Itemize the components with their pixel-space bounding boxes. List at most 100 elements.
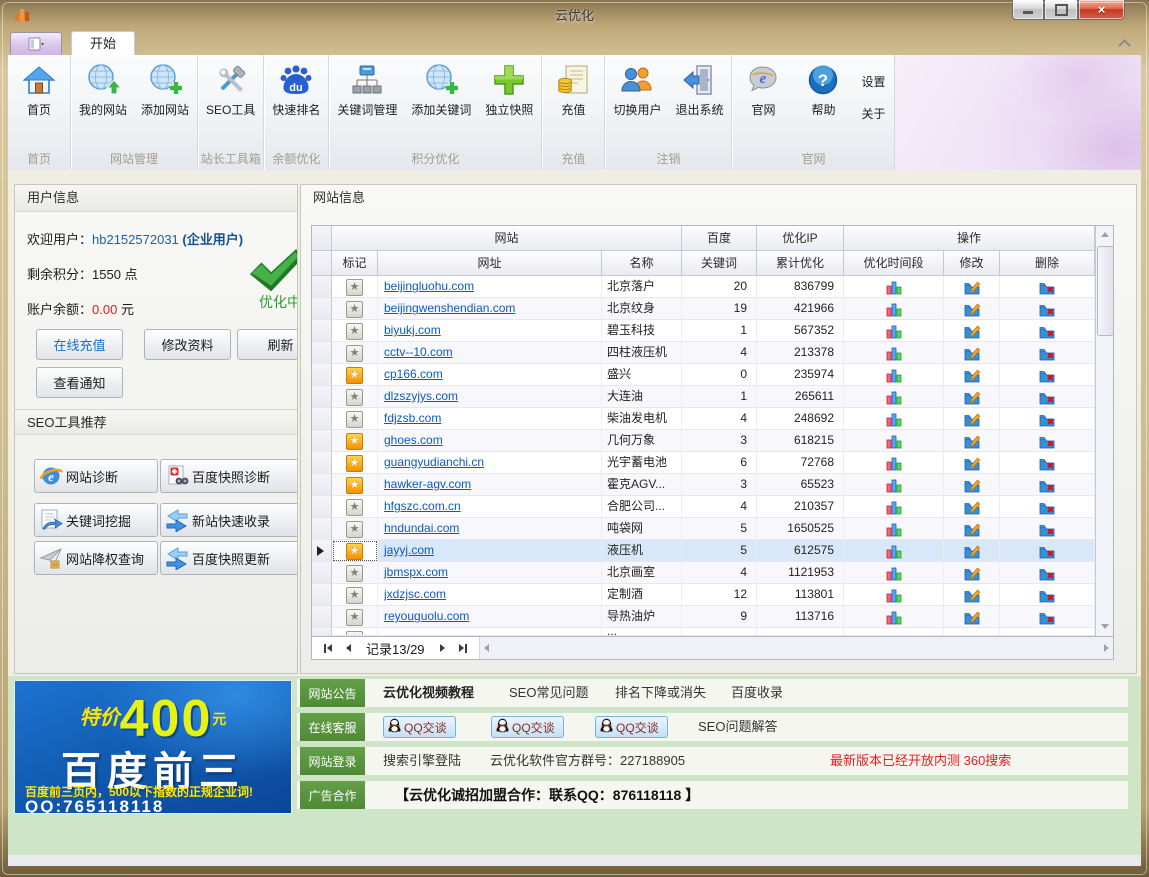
announcement-link[interactable]: 排名下降或消失 bbox=[615, 679, 706, 707]
ribbon-button-add-site[interactable]: 添加网站 bbox=[134, 58, 196, 149]
mark-cell[interactable]: ★ bbox=[332, 496, 378, 518]
time-chart-cell[interactable] bbox=[844, 430, 944, 452]
site-link[interactable]: cp166.com bbox=[378, 364, 443, 385]
edit-cell[interactable] bbox=[944, 364, 1000, 386]
delete-cell[interactable] bbox=[1000, 320, 1095, 342]
site-link[interactable]: reyouguolu.com bbox=[378, 606, 469, 627]
tab-start[interactable]: 开始 bbox=[71, 31, 135, 56]
delete-cell[interactable] bbox=[1000, 562, 1095, 584]
star-inactive-icon[interactable]: ★ bbox=[346, 521, 363, 538]
ribbon-small-button-0[interactable]: 设置 bbox=[857, 72, 889, 91]
delete-cell[interactable] bbox=[1000, 584, 1095, 606]
close-button[interactable]: × bbox=[1078, 0, 1125, 20]
announcement-link[interactable]: SEO常见问题 bbox=[509, 679, 588, 707]
table-row[interactable]: ★beijingwenshendian.com北京纹身19421966 bbox=[312, 298, 1113, 320]
site-link[interactable]: hndundai.com bbox=[378, 518, 459, 539]
time-chart-cell[interactable] bbox=[844, 584, 944, 606]
column-header-7[interactable]: 删除 bbox=[1000, 251, 1095, 276]
horizontal-scrollbar[interactable] bbox=[479, 637, 1113, 659]
band-3[interactable]: 操作 bbox=[844, 226, 1095, 251]
delete-cell[interactable] bbox=[1000, 518, 1095, 540]
ribbon-button-my-sites[interactable]: 我的网站 bbox=[72, 58, 134, 149]
edit-cell[interactable] bbox=[944, 606, 1000, 628]
scroll-down-button[interactable] bbox=[1096, 618, 1113, 635]
time-chart-cell[interactable] bbox=[844, 452, 944, 474]
star-active-icon[interactable]: ★ bbox=[346, 543, 363, 560]
edit-cell[interactable] bbox=[944, 474, 1000, 496]
scrollbar-thumb[interactable] bbox=[1097, 246, 1114, 336]
table-row[interactable]: ★hfgszc.com.cn合肥公司...4210357 bbox=[312, 496, 1113, 518]
first-record-button[interactable] bbox=[320, 640, 336, 656]
site-link[interactable]: jayyj.com bbox=[378, 540, 434, 561]
star-active-icon[interactable]: ★ bbox=[346, 367, 363, 384]
qq-chat-button[interactable]: QQ交谈 bbox=[491, 716, 564, 738]
ribbon-button-snapshot[interactable]: 独立快照 bbox=[478, 58, 540, 149]
edit-cell[interactable] bbox=[944, 452, 1000, 474]
announcement-link[interactable]: 百度收录 bbox=[731, 679, 783, 707]
mark-cell[interactable]: ★ bbox=[332, 474, 378, 496]
table-row[interactable]: ★cp166.com盛兴0235974 bbox=[312, 364, 1113, 386]
time-chart-cell[interactable] bbox=[844, 276, 944, 298]
last-record-button[interactable] bbox=[455, 640, 471, 656]
delete-cell[interactable] bbox=[1000, 474, 1095, 496]
mark-cell[interactable]: ★ bbox=[332, 562, 378, 584]
qq-chat-button[interactable]: QQ交谈 bbox=[383, 716, 456, 738]
star-active-icon[interactable]: ★ bbox=[346, 477, 363, 494]
column-header-5[interactable]: 优化时间段 bbox=[844, 251, 944, 276]
site-link[interactable]: beijingwenshendian.com bbox=[378, 298, 515, 319]
maximize-button[interactable] bbox=[1044, 0, 1078, 20]
qq-chat-button[interactable]: QQ交谈 bbox=[595, 716, 668, 738]
table-row[interactable]: ★cctv--10.com四柱液压机4213378 bbox=[312, 342, 1113, 364]
site-link[interactable]: hfgszc.com.cn bbox=[378, 496, 461, 517]
ribbon-button-seo-tools[interactable]: SEO工具 bbox=[199, 58, 262, 149]
seo-tool-fast-include[interactable]: 新站快速收录 bbox=[160, 503, 298, 537]
refresh-button[interactable]: 刷新 bbox=[237, 329, 298, 360]
table-row[interactable]: ★biyukj.com碧玉科技1567352 bbox=[312, 320, 1113, 342]
edit-cell[interactable] bbox=[944, 584, 1000, 606]
site-link[interactable]: beijingluohu.com bbox=[378, 276, 474, 297]
edit-cell[interactable] bbox=[944, 518, 1000, 540]
site-link[interactable]: ghoes.com bbox=[378, 430, 443, 451]
table-row[interactable]: ★jayyj.com液压机5612575 bbox=[312, 540, 1113, 562]
table-row[interactable]: ★ghoes.com几何万象3618215 bbox=[312, 430, 1113, 452]
ribbon-small-button-1[interactable]: 关于 bbox=[857, 104, 889, 123]
star-active-icon[interactable]: ★ bbox=[346, 433, 363, 450]
seo-tool-snapshot-update[interactable]: 百度快照更新 bbox=[160, 541, 298, 575]
view-notices-button[interactable]: 查看通知 bbox=[36, 367, 123, 398]
scroll-up-button[interactable] bbox=[1096, 226, 1113, 243]
column-header-2[interactable]: 名称 bbox=[602, 251, 682, 276]
delete-cell[interactable] bbox=[1000, 540, 1095, 562]
vertical-scrollbar[interactable] bbox=[1095, 226, 1113, 636]
time-chart-cell[interactable] bbox=[844, 474, 944, 496]
mark-cell[interactable]: ★ bbox=[332, 430, 378, 452]
online-recharge-button[interactable]: 在线充值 bbox=[36, 329, 123, 360]
mark-cell[interactable]: ★ bbox=[332, 584, 378, 606]
time-chart-cell[interactable] bbox=[844, 342, 944, 364]
seo-tool-ie[interactable]: e网站诊断 bbox=[34, 459, 158, 493]
star-inactive-icon[interactable]: ★ bbox=[346, 565, 363, 582]
delete-cell[interactable] bbox=[1000, 452, 1095, 474]
site-link[interactable]: fdjzsb.com bbox=[378, 408, 441, 429]
next-record-button[interactable] bbox=[435, 640, 451, 656]
time-chart-cell[interactable] bbox=[844, 606, 944, 628]
ribbon-button-website[interactable]: e官网 bbox=[733, 58, 793, 149]
star-inactive-icon[interactable]: ★ bbox=[346, 345, 363, 362]
application-menu-button[interactable] bbox=[10, 32, 62, 56]
edit-cell[interactable] bbox=[944, 430, 1000, 452]
delete-cell[interactable] bbox=[1000, 408, 1095, 430]
time-chart-cell[interactable] bbox=[844, 364, 944, 386]
seo-tool-demote-check[interactable]: 网站降权查询 bbox=[34, 541, 158, 575]
table-row[interactable]: ★hndundai.com吨袋网51650525 bbox=[312, 518, 1113, 540]
site-link[interactable]: hawker-agv.com bbox=[378, 474, 471, 495]
delete-cell[interactable] bbox=[1000, 298, 1095, 320]
table-row[interactable]: ★beijingluohu.com北京落户20836799 bbox=[312, 276, 1113, 298]
band-0[interactable]: 网站 bbox=[332, 226, 682, 251]
time-chart-cell[interactable] bbox=[844, 386, 944, 408]
minimize-button[interactable] bbox=[1012, 0, 1044, 20]
delete-cell[interactable] bbox=[1000, 386, 1095, 408]
mark-cell[interactable]: ★ bbox=[332, 518, 378, 540]
site-link[interactable]: jxdzjsc.com bbox=[378, 584, 446, 605]
mark-cell[interactable]: ★ bbox=[332, 364, 378, 386]
time-chart-cell[interactable] bbox=[844, 540, 944, 562]
site-link[interactable]: biyukj.com bbox=[378, 320, 441, 341]
